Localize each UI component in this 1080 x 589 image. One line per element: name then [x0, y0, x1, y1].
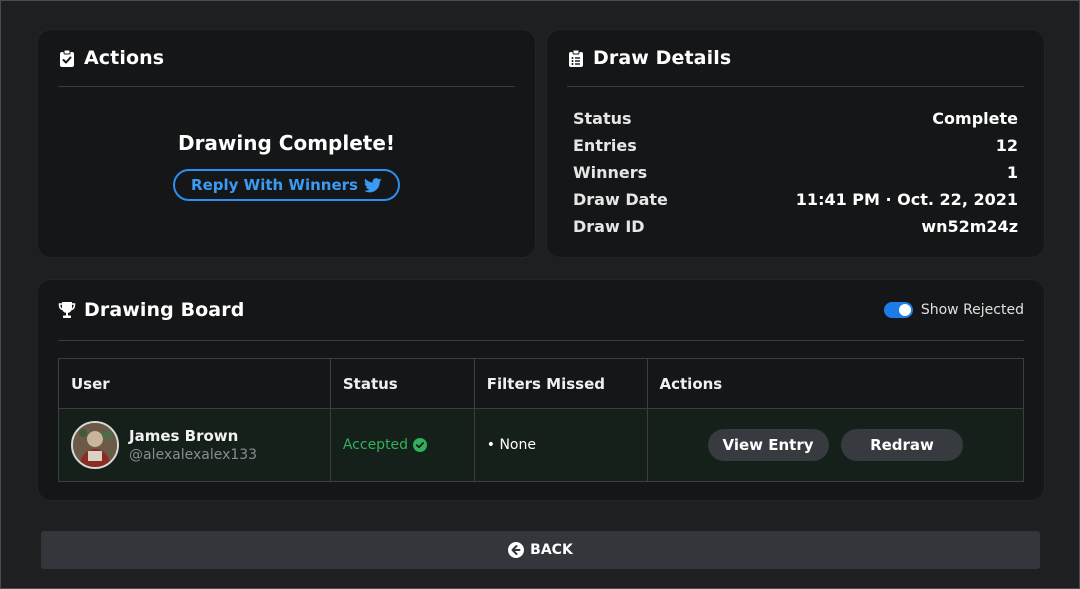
redraw-button[interactable]: Redraw: [840, 429, 963, 461]
column-header-status: Status: [329, 358, 475, 409]
trophy-icon: [58, 300, 76, 320]
drawing-board-title-group: Drawing Board: [58, 299, 244, 321]
draw-details-header: Draw Details: [567, 30, 1024, 87]
reply-with-winners-label: Reply With Winners: [191, 176, 358, 194]
drawing-complete-message: Drawing Complete!: [177, 131, 396, 155]
column-header-user: User: [58, 358, 331, 409]
page: Actions Drawing Complete! Reply With Win…: [0, 0, 1080, 589]
table-row: James Brown @alexalexalex133 Accepted • …: [58, 408, 1025, 482]
reply-with-winners-button[interactable]: Reply With Winners: [173, 169, 400, 201]
back-button[interactable]: BACK: [41, 531, 1040, 569]
draw-details-card: Draw Details Status Complete Entries 12 …: [546, 29, 1045, 258]
drawing-board-header: Drawing Board Show Rejected: [58, 280, 1024, 341]
detail-value: Complete: [932, 109, 1018, 128]
status-text: Accepted: [342, 437, 409, 453]
detail-value: wn52m24z: [921, 217, 1018, 236]
column-header-actions: Actions: [646, 358, 1025, 409]
user-info: James Brown @alexalexalex133: [71, 421, 318, 469]
drawing-board-table: User Status Filters Missed Actions James…: [58, 358, 1025, 482]
detail-label: Winners: [573, 163, 648, 182]
show-rejected-toggle[interactable]: [883, 302, 913, 318]
detail-label: Draw ID: [573, 217, 645, 236]
drawing-board-card: Drawing Board Show Rejected User Status: [37, 279, 1045, 501]
detail-label: Draw Date: [573, 190, 668, 209]
detail-row-entries: Entries 12: [573, 132, 1018, 159]
show-rejected-control: Show Rejected: [883, 302, 1024, 318]
show-rejected-label: Show Rejected: [920, 302, 1024, 318]
table-header-row: User Status Filters Missed Actions: [58, 358, 1025, 409]
user-handle[interactable]: @alexalexalex133: [129, 447, 257, 463]
detail-value: 1: [1006, 163, 1018, 182]
detail-row-draw-date: Draw Date 11:41 PM · Oct. 22, 2021: [573, 186, 1018, 213]
check-circle-icon: [412, 438, 427, 453]
detail-label: Entries: [573, 136, 637, 155]
filters-missed-cell: • None: [473, 408, 648, 482]
view-entry-button[interactable]: View Entry: [707, 429, 829, 461]
toggle-knob: [898, 304, 911, 316]
actions-body: Drawing Complete! Reply With Winners: [38, 87, 535, 201]
detail-label: Status: [573, 109, 632, 128]
actions-card: Actions Drawing Complete! Reply With Win…: [37, 29, 536, 258]
detail-value: 11:41 PM · Oct. 22, 2021: [795, 190, 1018, 209]
clipboard-check-icon: [58, 48, 76, 68]
detail-row-winners: Winners 1: [573, 159, 1018, 186]
status-cell: Accepted: [329, 408, 475, 482]
twitter-icon: [363, 175, 382, 195]
avatar[interactable]: [71, 421, 119, 469]
user-text: James Brown @alexalexalex133: [129, 427, 257, 463]
column-header-filters-missed: Filters Missed: [473, 358, 648, 409]
detail-row-draw-id: Draw ID wn52m24z: [573, 213, 1018, 240]
clipboard-list-icon: [567, 48, 585, 68]
draw-details-title: Draw Details: [593, 47, 732, 69]
user-cell: James Brown @alexalexalex133: [58, 408, 331, 482]
user-name: James Brown: [129, 427, 239, 445]
status-badge: Accepted: [343, 437, 427, 453]
drawing-board-title: Drawing Board: [84, 299, 245, 321]
row-actions-cell: View Entry Redraw: [646, 408, 1025, 482]
arrow-left-circle-icon: [508, 542, 525, 558]
actions-title: Actions: [84, 47, 165, 69]
back-label: BACK: [530, 542, 573, 558]
detail-value: 12: [995, 136, 1018, 155]
draw-details-list: Status Complete Entries 12 Winners 1 Dra…: [547, 87, 1044, 240]
actions-header: Actions: [58, 30, 515, 87]
detail-row-status: Status Complete: [573, 105, 1018, 132]
